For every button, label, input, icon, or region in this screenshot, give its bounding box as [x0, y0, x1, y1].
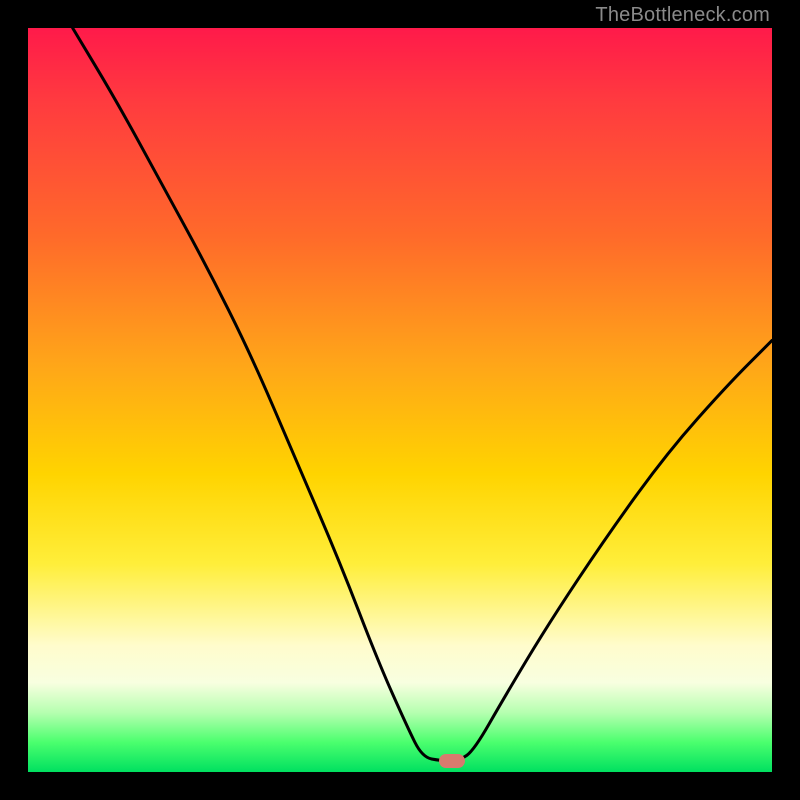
chart-frame: TheBottleneck.com	[0, 0, 800, 800]
watermark-text: TheBottleneck.com	[595, 4, 770, 27]
curve-svg	[28, 28, 772, 772]
plot-area	[28, 28, 772, 772]
bottleneck-curve	[73, 28, 772, 761]
optimal-point-marker	[439, 754, 465, 768]
